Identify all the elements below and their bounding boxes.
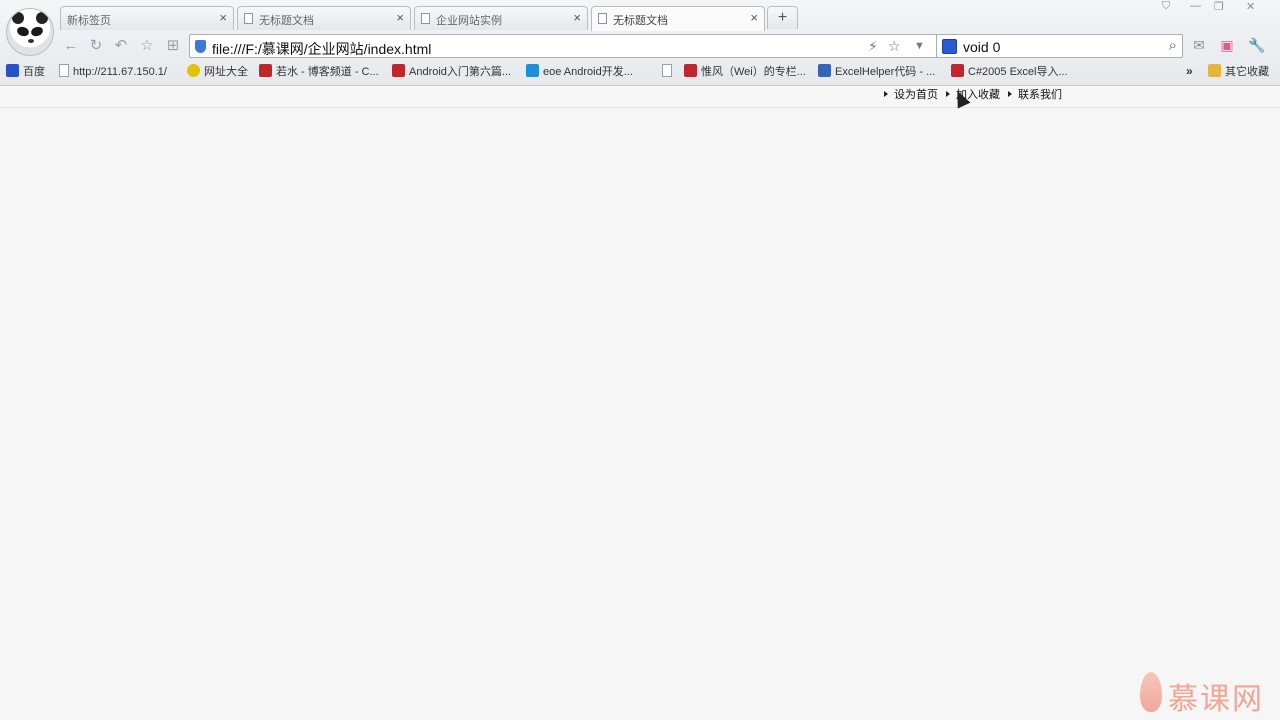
tab-new-tab[interactable]: 新标签页 × — [60, 6, 234, 30]
tab-untitled-active[interactable]: 无标题文档 × — [591, 6, 765, 31]
csdn-icon — [392, 64, 405, 77]
bookmark-item[interactable]: http://211.67.150.1/ — [59, 64, 167, 80]
tab-title: 无标题文档 — [259, 15, 314, 27]
address-input[interactable]: file:///F:/慕课网/企业网站/index.html — [212, 39, 431, 59]
bookmark-label: C#2005 Excel导入... — [968, 66, 1068, 78]
window-controls: ⛉ — ❐ ✕ — [1162, 0, 1272, 16]
search-input[interactable]: void 0 — [963, 39, 1000, 55]
new-tab-button[interactable]: + — [767, 6, 798, 29]
back-icon[interactable]: ← — [62, 37, 80, 55]
tab-title: 企业网站实例 — [436, 15, 502, 27]
bookmark-item[interactable]: Android入门第六篇... — [392, 64, 511, 80]
tab-close-icon[interactable]: × — [219, 11, 227, 25]
favorite-icon[interactable]: ☆ — [138, 37, 156, 55]
bookmarks-bar: 百度 http://211.67.150.1/ 网址大全 若水 - 博客频道 -… — [0, 62, 1280, 82]
tab-close-icon[interactable]: × — [573, 11, 581, 25]
restore-icon[interactable]: ❐ — [1214, 0, 1224, 13]
minimize-icon[interactable]: — — [1190, 0, 1201, 12]
link-label: 联系我们 — [1018, 89, 1062, 101]
link-label: 设为首页 — [894, 89, 938, 101]
bookmark-item[interactable]: 网址大全 — [187, 64, 248, 80]
tab-close-icon[interactable]: × — [396, 11, 404, 25]
address-bar[interactable]: file:///F:/慕课网/企业网站/index.html ⚡ ☆ ▼ — [189, 34, 990, 58]
bookmarks-overflow-button[interactable]: » — [1186, 64, 1193, 78]
contact-us-link[interactable]: 联系我们 — [1008, 86, 1062, 102]
baidu-icon — [6, 64, 19, 77]
security-shield-icon — [195, 40, 206, 53]
folder-icon — [1208, 64, 1221, 77]
bookmark-item[interactable] — [662, 64, 676, 80]
mail-icon[interactable]: ✉ — [1190, 36, 1208, 54]
bookmark-star-icon[interactable]: ☆ — [888, 38, 901, 55]
eoe-icon — [526, 64, 539, 77]
tab-untitled-1[interactable]: 无标题文档 × — [237, 6, 411, 30]
arrow-icon — [1008, 91, 1012, 97]
bookmark-folder-other[interactable]: 其它收藏 — [1208, 64, 1269, 80]
excel-icon — [818, 64, 831, 77]
bookmark-label: http://211.67.150.1/ — [73, 66, 167, 78]
bookmark-item[interactable]: C#2005 Excel导入... — [951, 64, 1068, 80]
close-window-icon[interactable]: ✕ — [1246, 0, 1255, 13]
browser-logo-icon[interactable] — [6, 8, 54, 56]
navigation-toolbar: ← ↻ ↶ ☆ ⊞ file:///F:/慕课网/企业网站/index.html… — [58, 34, 1280, 58]
search-icon[interactable]: ⌕ — [1169, 37, 1177, 54]
page-icon — [662, 64, 672, 77]
tab-close-icon[interactable]: × — [750, 11, 758, 25]
bookmark-label: Android入门第六篇... — [409, 66, 512, 78]
csdn-icon — [951, 64, 964, 77]
bookmark-label: ExcelHelper代码 - ... — [835, 66, 936, 78]
watermark-text: 慕课网 — [1168, 683, 1264, 716]
tab-bar: 新标签页 × 无标题文档 × 企业网站实例 × 无标题文档 × + — [60, 6, 1160, 31]
dropdown-arrow-icon[interactable]: ▼ — [914, 40, 925, 52]
flame-icon — [1140, 672, 1162, 712]
search-engine-icon[interactable] — [942, 39, 957, 54]
browser-chrome: 新标签页 × 无标题文档 × 企业网站实例 × 无标题文档 × + ⛉ — ❐ … — [0, 0, 1280, 86]
bookmark-label: 惟风（Wei）的专栏... — [701, 66, 806, 78]
bookmark-item[interactable]: 惟风（Wei）的专栏... — [684, 64, 806, 80]
tab-title: 新标签页 — [67, 15, 111, 27]
bookmark-label: 若水 - 博客频道 - C... — [276, 66, 379, 78]
page-icon — [598, 13, 607, 24]
page-content: 设为首页 加入收藏 联系我们 — [0, 86, 1280, 720]
speed-mode-icon[interactable]: ⚡ — [868, 38, 878, 55]
csdn-icon — [684, 64, 697, 77]
page-icon — [421, 13, 430, 24]
arrow-icon — [884, 91, 888, 97]
bookmark-item[interactable]: 若水 - 博客频道 - C... — [259, 64, 379, 80]
search-box[interactable]: void 0 ⌕ — [936, 34, 1183, 58]
tab-enterprise-site[interactable]: 企业网站实例 × — [414, 6, 588, 30]
notes-icon[interactable]: ▣ — [1218, 36, 1236, 54]
bookmark-item[interactable]: eoe Android开发... — [526, 64, 633, 80]
apps-grid-icon[interactable]: ⊞ — [164, 37, 182, 55]
skin-icon[interactable]: ⛉ — [1162, 0, 1170, 13]
toolbar-icons: ✉ ▣ 🔧 — [1190, 36, 1280, 56]
bookmark-item[interactable]: ExcelHelper代码 - ... — [818, 64, 935, 80]
page-top-bar: 设为首页 加入收藏 联系我们 — [0, 86, 1280, 108]
undo-close-icon[interactable]: ↶ — [112, 37, 130, 55]
bookmark-label: 网址大全 — [204, 66, 248, 78]
arrow-icon — [946, 91, 950, 97]
hao123-icon — [187, 64, 200, 77]
tab-title: 无标题文档 — [613, 15, 668, 27]
csdn-icon — [259, 64, 272, 77]
bookmark-label: eoe Android开发... — [543, 66, 633, 78]
bookmark-item[interactable]: 百度 — [6, 64, 45, 80]
tools-wrench-icon[interactable]: 🔧 — [1248, 36, 1266, 54]
page-icon — [59, 64, 69, 77]
watermark-logo: 慕课网 — [1136, 670, 1266, 716]
page-icon — [244, 13, 253, 24]
set-homepage-link[interactable]: 设为首页 — [884, 86, 938, 102]
refresh-icon[interactable]: ↻ — [87, 37, 105, 55]
bookmark-label: 百度 — [23, 66, 45, 78]
bookmark-label: 其它收藏 — [1225, 66, 1269, 78]
